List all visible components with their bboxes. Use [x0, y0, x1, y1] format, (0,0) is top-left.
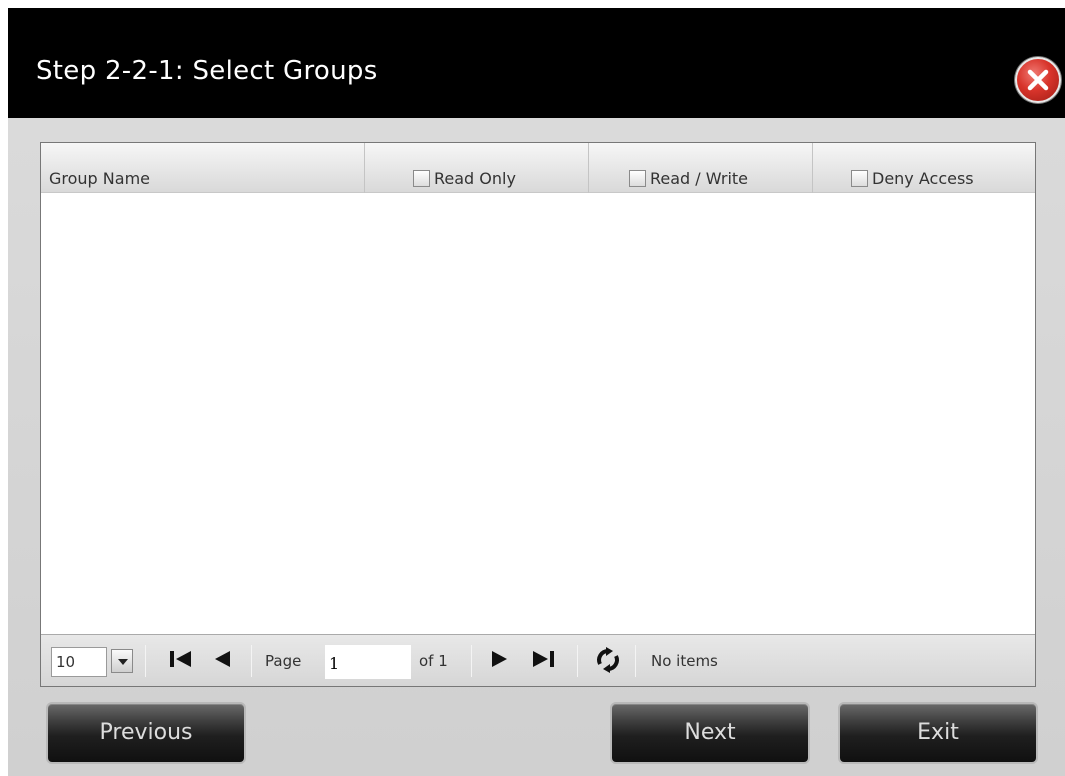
page-size-select[interactable]: 10: [51, 647, 133, 677]
chevron-down-icon[interactable]: [111, 649, 133, 673]
top-strip: [0, 0, 1065, 8]
column-read-only: Read Only: [365, 143, 589, 193]
first-page-icon[interactable]: [169, 649, 193, 671]
column-group-name-label: Group Name: [49, 169, 150, 188]
pager-separator: [635, 645, 636, 677]
refresh-icon[interactable]: [595, 647, 621, 673]
prev-page-icon[interactable]: [213, 649, 233, 671]
next-page-icon[interactable]: [489, 649, 509, 671]
read-write-label: Read / Write: [650, 169, 749, 188]
pager-separator: [145, 645, 146, 677]
select-groups-dialog: Step 2-2-1: Select Groups Group Name Rea…: [0, 0, 1065, 776]
grid-pager: 10 Page of 1: [41, 634, 1035, 686]
page-count-label: of 1: [419, 652, 448, 670]
previous-button[interactable]: Previous: [46, 702, 246, 764]
groups-grid: Group Name Read Only Read / Write Deny A…: [40, 142, 1036, 687]
page-label: Page: [265, 652, 302, 670]
pager-separator: [471, 645, 472, 677]
exit-button[interactable]: Exit: [838, 702, 1038, 764]
grid-rows: [41, 194, 1035, 634]
grid-header: Group Name Read Only Read / Write Deny A…: [41, 143, 1035, 193]
read-write-all-checkbox[interactable]: [629, 170, 646, 187]
last-page-icon[interactable]: [531, 649, 555, 671]
page-size-value: 10: [51, 647, 107, 677]
column-deny-access: Deny Access: [813, 143, 1035, 193]
next-button[interactable]: Next: [610, 702, 810, 764]
close-icon: [1027, 69, 1049, 91]
read-only-label: Read Only: [434, 169, 516, 188]
deny-access-label: Deny Access: [872, 169, 974, 188]
pager-separator: [577, 645, 578, 677]
column-read-write: Read / Write: [589, 143, 813, 193]
pager-separator: [251, 645, 252, 677]
dialog-title: Step 2-2-1: Select Groups: [36, 56, 378, 86]
close-button[interactable]: [1015, 57, 1061, 103]
title-bar: Step 2-2-1: Select Groups: [8, 8, 1065, 118]
pager-status: No items: [651, 652, 718, 670]
page-number-input[interactable]: [325, 645, 411, 679]
read-only-all-checkbox[interactable]: [413, 170, 430, 187]
column-group-name[interactable]: Group Name: [41, 143, 365, 193]
deny-access-all-checkbox[interactable]: [851, 170, 868, 187]
